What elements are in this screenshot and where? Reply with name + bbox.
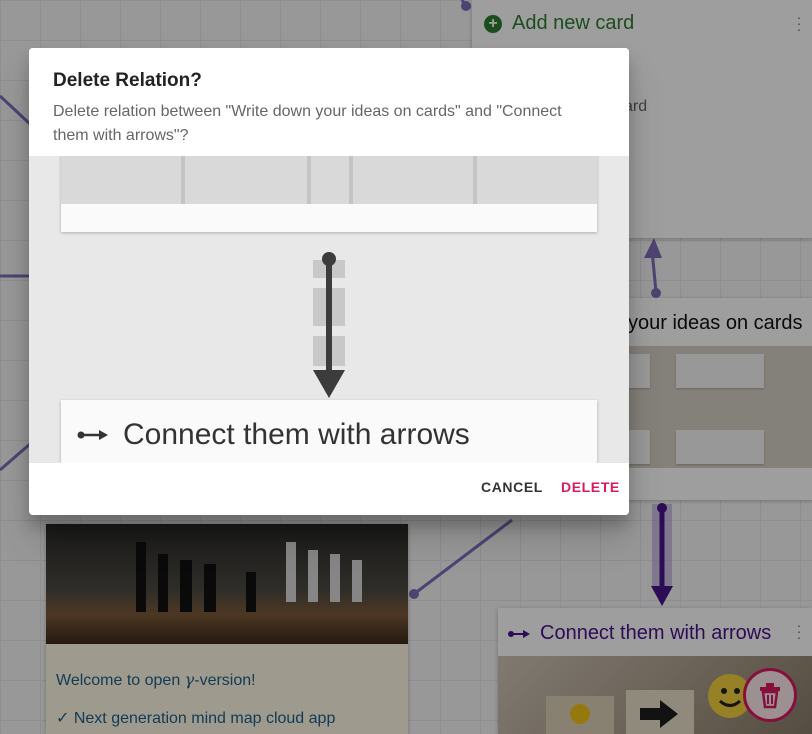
preview-relation-arrowhead [313,370,345,398]
dialog-actions: CANCEL DELETE [29,463,629,515]
cancel-button[interactable]: CANCEL [481,479,543,495]
dialog-header: Delete Relation? Delete relation between… [29,48,629,156]
preview-relation-anchor [322,252,336,266]
delete-button[interactable]: DELETE [561,479,620,495]
preview-target-card: Connect them with arrows [61,400,597,463]
dialog-title: Delete Relation? [53,70,202,91]
dialog-message: Delete relation between "Write down your… [53,103,562,144]
relation-preview: Connect them with arrows [29,156,629,463]
relation-arrow-icon [77,430,108,440]
preview-target-title-text: Connect them with arrows [123,418,470,451]
preview-target-title: Connect them with arrows [77,418,470,452]
delete-relation-dialog: Connect them with arrows Delete Relation… [29,48,629,515]
